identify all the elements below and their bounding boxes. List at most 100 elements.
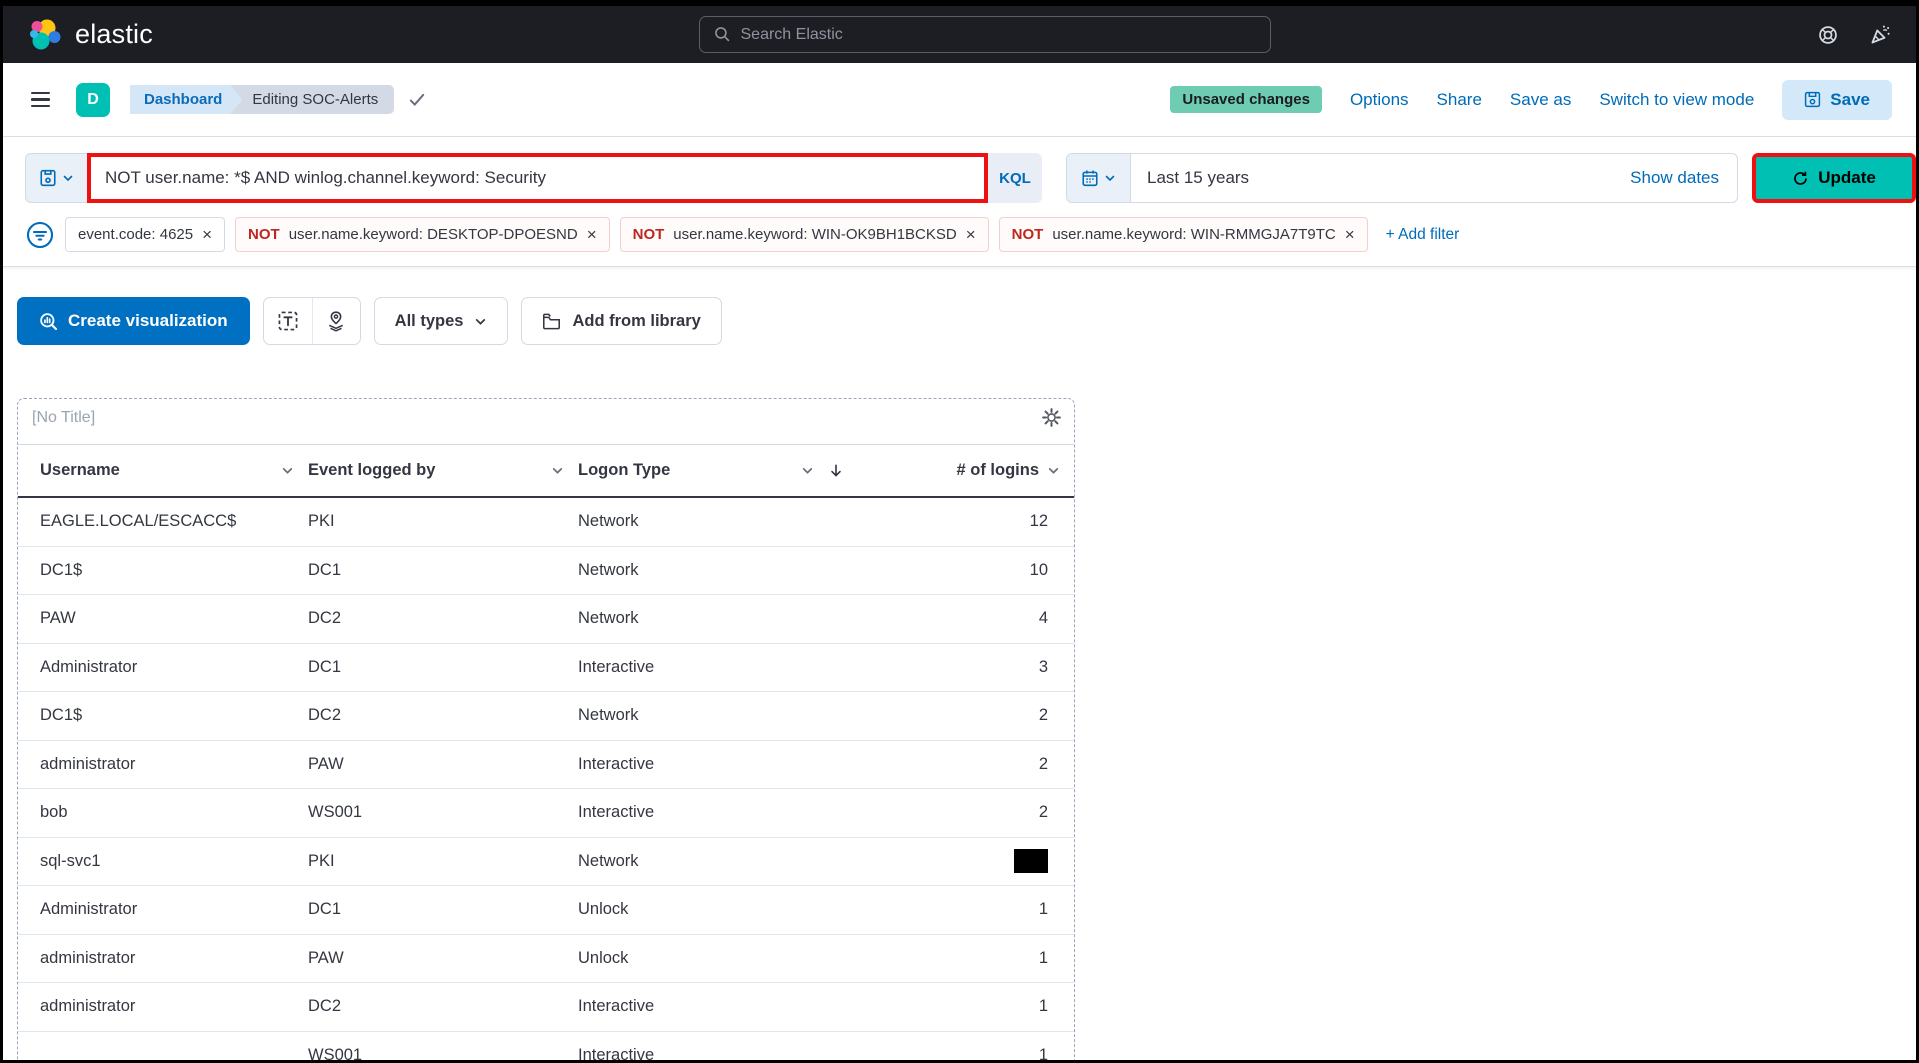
cell-event-logged-by: DC2 xyxy=(308,997,578,1016)
show-dates-button[interactable]: Show dates xyxy=(1630,168,1719,188)
filter-pill[interactable]: NOT user.name.keyword: WIN-RMMGJA7T9TC × xyxy=(999,217,1368,252)
breadcrumb-current: Editing SOC-Alerts xyxy=(228,85,394,114)
edit-toolbar: Create visualization All types xyxy=(17,297,1916,345)
filter-pill[interactable]: NOTuser.name.keyword: WIN-OK9BH1BCKSD× xyxy=(620,217,989,252)
cell-event-logged-by: PKI xyxy=(308,512,578,531)
all-types-dropdown[interactable]: All types xyxy=(374,297,509,345)
options-button[interactable]: Options xyxy=(1350,90,1409,110)
cell-event-logged-by: DC2 xyxy=(308,706,578,725)
switch-to-view-mode-button[interactable]: Switch to view mode xyxy=(1599,90,1754,110)
query-language-button[interactable]: KQL xyxy=(988,153,1042,203)
column-header-label: Username xyxy=(40,461,120,480)
date-quick-menu-button[interactable] xyxy=(1067,154,1131,202)
filter-negation-label: NOT xyxy=(1012,226,1044,243)
cell-username: DC1$ xyxy=(40,561,308,580)
column-header-label: Logon Type xyxy=(578,461,670,480)
cell-username: bob xyxy=(40,803,308,822)
table-row: AdministratorDC1Interactive3 xyxy=(18,644,1074,693)
column-header[interactable]: Logon Type xyxy=(578,461,870,480)
table-row: DC1$DC2Network2 xyxy=(18,692,1074,741)
saved-query-menu-button[interactable] xyxy=(25,153,87,203)
table-row: PAWDC2Network4 xyxy=(18,595,1074,644)
column-header[interactable]: # of logins xyxy=(870,461,1074,480)
kql-query-input[interactable]: NOT user.name: *$ AND winlog.channel.key… xyxy=(87,153,988,203)
update-button[interactable]: Update xyxy=(1752,153,1916,203)
date-picker: Last 15 years Show dates xyxy=(1066,153,1738,203)
cell-username: Administrator xyxy=(40,658,308,677)
column-header-label: # of logins xyxy=(957,461,1040,480)
menu-icon[interactable] xyxy=(27,88,54,112)
table-row: sql-svc1PKINetwork xyxy=(18,838,1074,887)
filters-icon[interactable] xyxy=(25,220,55,250)
table-row: AdministratorDC1Unlock1 xyxy=(18,886,1074,935)
filter-negation-label: NOT xyxy=(633,226,665,243)
chevron-down-icon xyxy=(1104,172,1116,184)
cell-logon-type: Unlock xyxy=(578,949,870,968)
save-icon xyxy=(1804,91,1821,108)
cell-logins: 3 xyxy=(870,658,1074,677)
table-row: administratorPAWInteractive2 xyxy=(18,741,1074,790)
table-header-row: Username Event logged byLogon Type # of lo… xyxy=(18,445,1074,498)
check-icon[interactable] xyxy=(408,91,426,109)
cell-event-logged-by: DC1 xyxy=(308,658,578,677)
chevron-down-icon xyxy=(801,464,814,477)
global-search-input[interactable]: Search Elastic xyxy=(699,16,1271,53)
global-header: elastic Search Elastic xyxy=(3,6,1916,63)
cell-logon-type: Network xyxy=(578,852,870,871)
save-as-button[interactable]: Save as xyxy=(1510,90,1571,110)
filter-label: user.name.keyword: WIN-RMMGJA7T9TC xyxy=(1052,226,1335,243)
add-map-panel-icon[interactable] xyxy=(312,298,360,344)
cell-logon-type: Network xyxy=(578,512,870,531)
add-text-panel-icon[interactable] xyxy=(264,298,312,344)
dashboard-header: D Dashboard Editing SOC-Alerts Unsaved c… xyxy=(3,63,1916,137)
cell-logon-type: Interactive xyxy=(578,997,870,1016)
cell-logon-type: Unlock xyxy=(578,900,870,919)
add-filter-button[interactable]: + Add filter xyxy=(1386,226,1460,244)
cell-username: administrator xyxy=(40,997,308,1016)
table-row: administratorPAWUnlock1 xyxy=(18,935,1074,984)
table-row: EAGLE.LOCAL/ESCACC$PKINetwork12 xyxy=(18,498,1074,547)
cell-username: administrator xyxy=(40,755,308,774)
cell-logon-type: Network xyxy=(578,561,870,580)
panel-settings-icon[interactable] xyxy=(1041,407,1062,431)
panel-type-icon-group xyxy=(263,297,361,345)
cell-event-logged-by: DC1 xyxy=(308,900,578,919)
search-icon xyxy=(714,26,731,43)
remove-filter-icon[interactable]: × xyxy=(966,226,976,243)
filter-negation-label: NOT xyxy=(248,226,280,243)
cell-username: sql-svc1 xyxy=(40,852,308,871)
filter-pill[interactable]: NOT user.name.keyword: DESKTOP-DPOESND × xyxy=(235,217,610,252)
calendar-icon xyxy=(1081,169,1099,187)
newsfeed-icon[interactable] xyxy=(1869,23,1892,46)
column-header[interactable]: Event logged by xyxy=(308,461,578,480)
create-visualization-button[interactable]: Create visualization xyxy=(17,297,250,345)
query-text: NOT user.name: *$ AND winlog.channel.key… xyxy=(105,168,546,188)
cell-logins: 2 xyxy=(870,706,1074,725)
add-from-library-button[interactable]: Add from library xyxy=(521,297,721,345)
cell-event-logged-by: WS001 xyxy=(308,1046,578,1063)
unsaved-changes-badge: Unsaved changes xyxy=(1170,86,1322,113)
remove-filter-icon[interactable]: × xyxy=(587,226,597,243)
cell-logins: 2 xyxy=(870,755,1074,774)
time-range-value[interactable]: Last 15 years xyxy=(1147,168,1249,188)
cell-logon-type: Interactive xyxy=(578,755,870,774)
filter-pill[interactable]: event.code: 4625× xyxy=(65,217,225,252)
save-button[interactable]: Save xyxy=(1782,80,1892,120)
space-avatar[interactable]: D xyxy=(76,83,110,117)
cell-logins: 2 xyxy=(870,803,1074,822)
column-header[interactable]: Username xyxy=(40,461,308,480)
breadcrumb-dashboard[interactable]: Dashboard xyxy=(130,85,242,114)
table-row: WS001Interactive1 xyxy=(18,1032,1074,1063)
chevron-down-icon xyxy=(474,315,487,328)
query-section: NOT user.name: *$ AND winlog.channel.key… xyxy=(3,137,1916,267)
remove-filter-icon[interactable]: × xyxy=(202,226,212,243)
cell-logins: 1 xyxy=(870,997,1074,1016)
dashboard-panel: [No Title] Username Event logged byLogon … xyxy=(17,398,1075,1063)
remove-filter-icon[interactable]: × xyxy=(1345,226,1355,243)
panel-title: [No Title] xyxy=(32,409,95,427)
filter-label: user.name.keyword: DESKTOP-DPOESND xyxy=(289,226,578,243)
share-button[interactable]: Share xyxy=(1437,90,1482,110)
help-icon[interactable] xyxy=(1817,24,1839,46)
cell-event-logged-by: WS001 xyxy=(308,803,578,822)
cell-logon-type: Interactive xyxy=(578,658,870,677)
